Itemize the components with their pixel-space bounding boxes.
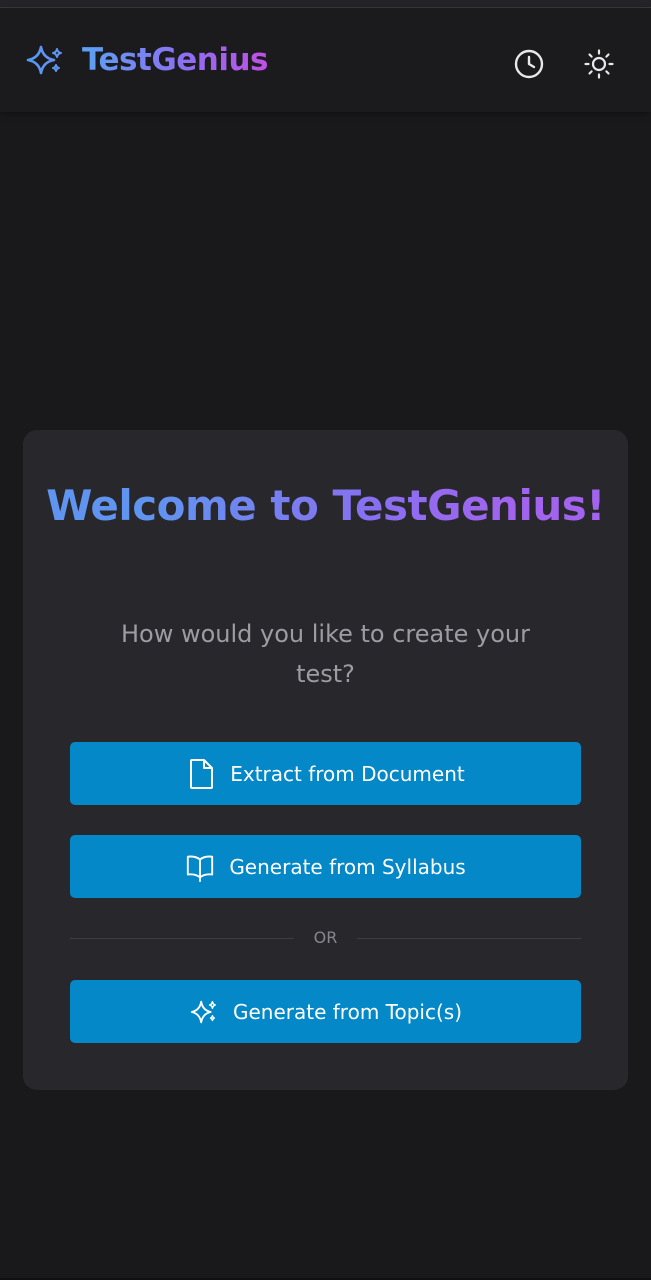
welcome-title: Welcome to TestGenius! — [23, 480, 628, 532]
app-header: TestGenius — [0, 8, 651, 112]
top-status-strip — [0, 0, 651, 8]
extract-from-document-label: Extract from Document — [230, 761, 465, 786]
welcome-card: Welcome to TestGenius! How would you lik… — [23, 430, 628, 1090]
sun-icon — [583, 48, 615, 84]
brand[interactable]: TestGenius — [24, 40, 269, 80]
clock-icon — [513, 48, 545, 84]
generate-from-syllabus-button[interactable]: Generate from Syllabus — [70, 835, 581, 898]
generate-from-syllabus-label: Generate from Syllabus — [229, 854, 466, 879]
welcome-subtitle: How would you like to create your test? — [120, 620, 531, 688]
generate-from-topics-button[interactable]: Generate from Topic(s) — [70, 980, 581, 1043]
theme-toggle-button[interactable] — [577, 44, 621, 88]
file-icon — [186, 758, 216, 790]
divider-line-right — [357, 938, 581, 939]
history-button[interactable] — [507, 44, 551, 88]
extract-from-document-button[interactable]: Extract from Document — [70, 742, 581, 805]
or-divider: OR — [70, 928, 581, 948]
sparkles-icon — [189, 996, 219, 1028]
app-title: TestGenius — [82, 42, 269, 78]
generate-from-topics-label: Generate from Topic(s) — [233, 999, 462, 1024]
sparkles-icon — [24, 43, 66, 77]
book-open-icon — [185, 851, 215, 883]
